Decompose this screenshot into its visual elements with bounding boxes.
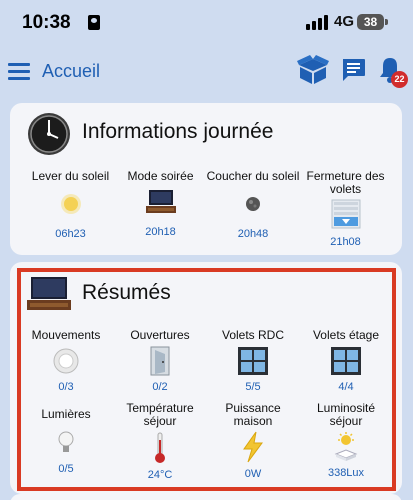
motion-sensor-icon xyxy=(53,348,79,374)
bulb-icon xyxy=(58,431,74,452)
signal-icon xyxy=(306,14,330,30)
moon-icon xyxy=(246,197,260,211)
clock-icon xyxy=(28,113,70,155)
summary-card-title: Résumés xyxy=(82,281,171,304)
summary-item-shutters-upstairs[interactable]: Volets étage 4/4 xyxy=(300,328,392,394)
item-label: Température séjour xyxy=(126,401,194,428)
summary-item-brightness[interactable]: Luminosité séjour 338Lux xyxy=(300,401,392,480)
item-value: 0/5 xyxy=(58,463,74,475)
item-label: Luminosité séjour xyxy=(316,401,376,428)
item-value: 0/3 xyxy=(58,381,74,393)
item-label: Volets RDC xyxy=(221,328,285,342)
item-value: 0W xyxy=(244,468,262,480)
contact-card-icon xyxy=(88,15,100,30)
window-icon xyxy=(238,347,268,375)
item-label: Lumières xyxy=(41,407,91,421)
summary-item-power[interactable]: Puissance maison 0W xyxy=(208,401,298,481)
notification-badge: 22 xyxy=(391,71,408,88)
network-type: 4G xyxy=(334,13,355,30)
box-icon[interactable] xyxy=(297,55,329,85)
shutter-icon xyxy=(331,199,360,229)
item-label: Lever du soleil xyxy=(31,169,110,183)
door-icon xyxy=(150,346,170,376)
item-label: Coucher du soleil xyxy=(206,169,300,183)
item-value: 4/4 xyxy=(338,381,354,393)
tv-icon xyxy=(145,190,176,213)
chat-icon[interactable] xyxy=(341,58,366,83)
thermometer-icon xyxy=(155,432,165,463)
item-value: 06h23 xyxy=(55,228,86,240)
sun-icon xyxy=(60,194,81,214)
status-bar: 10:38 4G 38 xyxy=(0,0,413,46)
item-label: Puissance maison xyxy=(225,401,281,428)
item-label: Mode soirée xyxy=(127,169,194,183)
info-item-evening-mode[interactable]: Mode soirée 20h18 xyxy=(113,169,208,239)
item-value: 338Lux xyxy=(327,467,365,479)
item-label: Volets étage xyxy=(312,328,380,342)
item-value: 5/5 xyxy=(245,381,261,393)
window-icon xyxy=(331,347,361,375)
lightning-icon xyxy=(243,431,263,463)
summary-item-lights[interactable]: Lumières 0/5 xyxy=(22,407,110,476)
item-value: 20h48 xyxy=(237,228,269,240)
brightness-icon xyxy=(334,432,358,461)
item-value: 21h08 xyxy=(330,236,361,248)
summary-item-temperature[interactable]: Température séjour 24°C xyxy=(115,401,205,482)
summary-item-openings[interactable]: Ouvertures 0/2 xyxy=(115,328,205,394)
item-label: Ouvertures xyxy=(130,328,190,342)
next-card-edge xyxy=(10,494,402,500)
item-label: Fermeture des volets xyxy=(306,169,385,196)
info-item-sunset[interactable]: Coucher du soleil 20h48 xyxy=(203,169,303,241)
status-time: 10:38 xyxy=(22,12,71,33)
battery-icon: 38 xyxy=(357,14,388,30)
info-item-sunrise[interactable]: Lever du soleil 06h23 xyxy=(18,169,123,241)
info-card-title: Informations journée xyxy=(82,120,274,143)
summary-item-shutters-ground[interactable]: Volets RDC 5/5 xyxy=(208,328,298,394)
info-item-shutters-close[interactable]: Fermeture des volets 21h08 xyxy=(298,169,393,249)
tv-icon xyxy=(27,277,71,310)
item-value: 24°C xyxy=(147,469,173,481)
page-title: Accueil xyxy=(42,61,101,81)
app-header: Accueil xyxy=(0,46,413,96)
hamburger-menu-icon[interactable] xyxy=(8,63,30,80)
item-label: Mouvements xyxy=(31,328,101,342)
summary-item-motion[interactable]: Mouvements 0/3 xyxy=(22,328,110,394)
item-value: 0/2 xyxy=(152,381,168,393)
item-value: 20h18 xyxy=(145,226,176,238)
